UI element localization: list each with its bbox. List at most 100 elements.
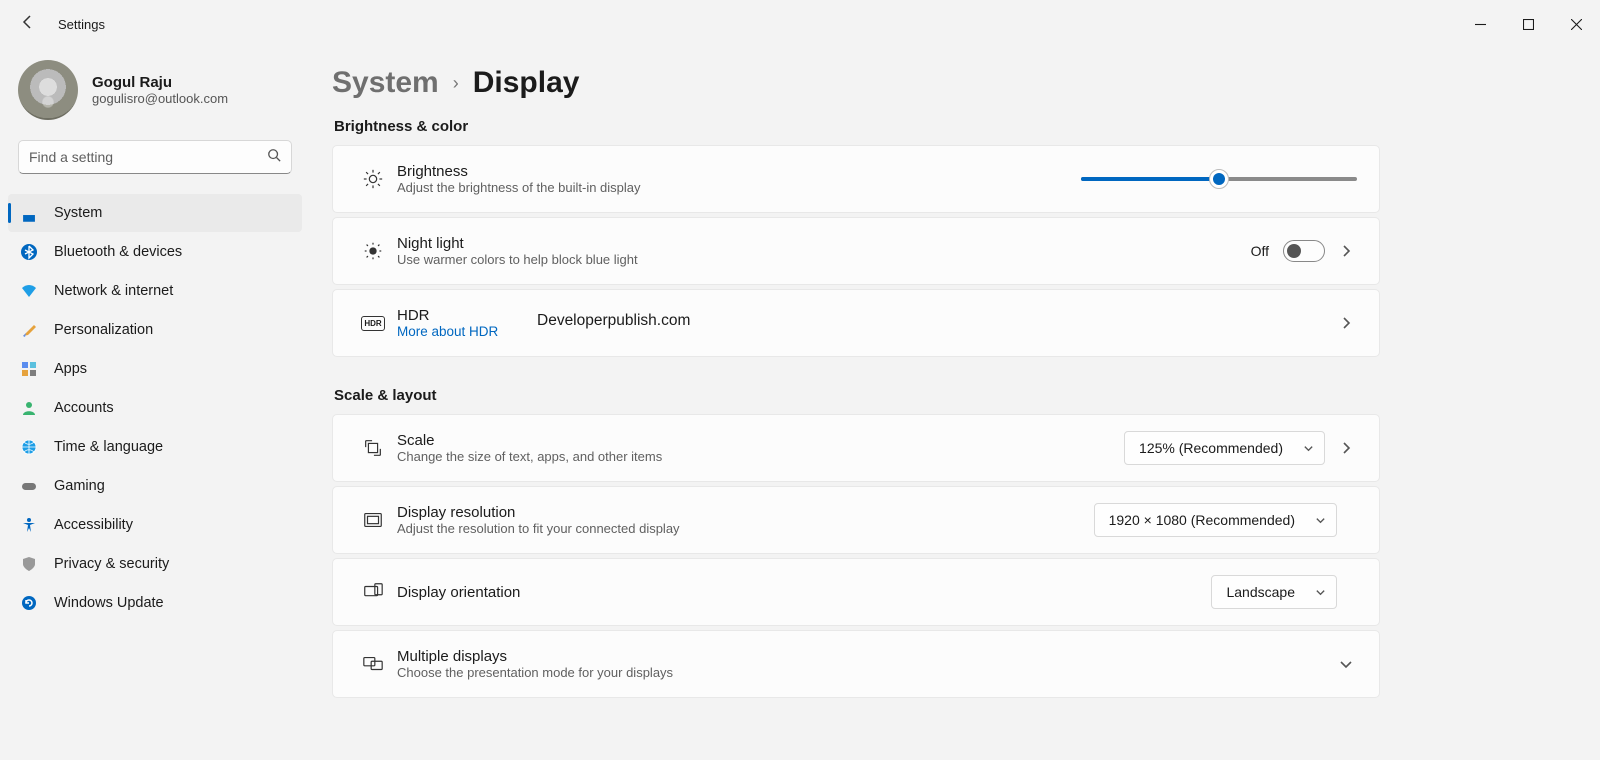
apps-icon [20, 360, 38, 378]
sidebar: Gogul Raju gogulisro@outlook.com Find a … [0, 48, 310, 760]
chevron-down-icon [1331, 658, 1361, 670]
dropdown-value: 1920 × 1080 (Recommended) [1109, 512, 1295, 528]
sidebar-item-accounts[interactable]: Accounts [8, 389, 302, 427]
bluetooth-icon [20, 243, 38, 261]
section-header-scale: Scale & layout [334, 387, 1380, 404]
setting-hdr[interactable]: HDR HDR More about HDR Developerpublish.… [332, 289, 1380, 357]
sidebar-item-bluetooth[interactable]: Bluetooth & devices [8, 233, 302, 271]
sidebar-item-label: System [54, 205, 102, 221]
night-light-icon [351, 240, 395, 262]
sidebar-item-time-language[interactable]: Time & language [8, 428, 302, 466]
sidebar-item-label: Apps [54, 361, 87, 377]
shield-icon [20, 555, 38, 573]
sidebar-item-privacy[interactable]: Privacy & security [8, 545, 302, 583]
profile-email: gogulisro@outlook.com [92, 91, 228, 106]
accessibility-icon [20, 516, 38, 534]
sidebar-item-label: Accounts [54, 400, 114, 416]
setting-title: Brightness [397, 163, 641, 180]
hdr-more-link[interactable]: More about HDR [397, 324, 498, 339]
sidebar-item-label: Time & language [54, 439, 163, 455]
section-header-brightness: Brightness & color [334, 118, 1380, 135]
chevron-down-icon [1303, 443, 1314, 454]
night-light-toggle[interactable] [1283, 240, 1325, 262]
back-button[interactable] [20, 14, 36, 35]
chevron-down-icon [1315, 515, 1326, 526]
resolution-icon [351, 509, 395, 531]
content: System › Display Brightness & color Brig… [310, 48, 1600, 760]
setting-title: Multiple displays [397, 648, 673, 665]
sidebar-item-system[interactable]: ▃ System [8, 194, 302, 232]
brightness-icon [351, 168, 395, 190]
nav: ▃ System Bluetooth & devices Network & i… [0, 188, 310, 628]
sidebar-item-label: Network & internet [54, 283, 173, 299]
sidebar-item-label: Accessibility [54, 517, 133, 533]
setting-night-light[interactable]: Night light Use warmer colors to help bl… [332, 217, 1380, 285]
sidebar-item-label: Privacy & security [54, 556, 169, 572]
brightness-slider[interactable] [1081, 177, 1357, 181]
close-button[interactable] [1552, 0, 1600, 48]
sidebar-item-label: Personalization [54, 322, 153, 338]
sidebar-item-personalization[interactable]: Personalization [8, 311, 302, 349]
breadcrumb: System › Display [332, 66, 1380, 100]
setting-title: Display resolution [397, 504, 680, 521]
sidebar-item-gaming[interactable]: Gaming [8, 467, 302, 505]
setting-orientation: Display orientation Landscape [332, 558, 1380, 626]
sidebar-item-label: Bluetooth & devices [54, 244, 182, 260]
setting-title: Scale [397, 432, 662, 449]
toggle-label: Off [1251, 243, 1269, 259]
chevron-right-icon [1331, 442, 1361, 454]
globe-icon [20, 438, 38, 456]
setting-subtitle: Choose the presentation mode for your di… [397, 665, 673, 680]
sidebar-item-network[interactable]: Network & internet [8, 272, 302, 310]
setting-multiple-displays[interactable]: Multiple displays Choose the presentatio… [332, 630, 1380, 698]
chevron-right-icon: › [453, 73, 459, 94]
avatar [18, 60, 78, 120]
dropdown-value: 125% (Recommended) [1139, 440, 1283, 456]
person-icon [20, 399, 38, 417]
update-icon [20, 594, 38, 612]
hdr-icon: HDR [351, 316, 395, 331]
chevron-down-icon [1315, 587, 1326, 598]
chevron-right-icon [1331, 245, 1361, 257]
slider-track [1081, 177, 1219, 181]
setting-title: HDR [397, 307, 498, 324]
scale-dropdown[interactable]: 125% (Recommended) [1124, 431, 1325, 465]
slider-thumb[interactable] [1209, 169, 1229, 189]
breadcrumb-parent[interactable]: System [332, 66, 439, 100]
sidebar-item-label: Gaming [54, 478, 105, 494]
sidebar-item-label: Windows Update [54, 595, 164, 611]
search-input[interactable]: Find a setting [18, 140, 292, 174]
profile-area[interactable]: Gogul Raju gogulisro@outlook.com [0, 56, 310, 134]
system-icon: ▃ [20, 204, 38, 222]
maximize-button[interactable] [1504, 0, 1552, 48]
dropdown-value: Landscape [1226, 584, 1295, 600]
search-placeholder: Find a setting [29, 149, 267, 165]
orientation-icon [351, 581, 395, 603]
wifi-icon [20, 282, 38, 300]
setting-resolution: Display resolution Adjust the resolution… [332, 486, 1380, 554]
sidebar-item-accessibility[interactable]: Accessibility [8, 506, 302, 544]
window-title: Settings [58, 17, 105, 32]
setting-subtitle: Use warmer colors to help block blue lig… [397, 252, 638, 267]
setting-scale[interactable]: Scale Change the size of text, apps, and… [332, 414, 1380, 482]
resolution-dropdown[interactable]: 1920 × 1080 (Recommended) [1094, 503, 1337, 537]
setting-subtitle: Adjust the brightness of the built-in di… [397, 180, 641, 195]
setting-brightness: Brightness Adjust the brightness of the … [332, 145, 1380, 213]
minimize-button[interactable] [1456, 0, 1504, 48]
chevron-right-icon [1331, 317, 1361, 329]
scale-icon [351, 437, 395, 459]
profile-name: Gogul Raju [92, 74, 228, 91]
sidebar-item-windows-update[interactable]: Windows Update [8, 584, 302, 622]
gamepad-icon [20, 477, 38, 495]
sidebar-item-apps[interactable]: Apps [8, 350, 302, 388]
search-icon [267, 148, 281, 167]
setting-title: Display orientation [397, 584, 520, 601]
breadcrumb-current: Display [473, 66, 580, 100]
watermark: Developerpublish.com [537, 312, 690, 330]
orientation-dropdown[interactable]: Landscape [1211, 575, 1337, 609]
setting-subtitle: Change the size of text, apps, and other… [397, 449, 662, 464]
setting-title: Night light [397, 235, 638, 252]
paintbrush-icon [20, 321, 38, 339]
titlebar: Settings [0, 0, 1600, 48]
multiple-displays-icon [351, 653, 395, 675]
